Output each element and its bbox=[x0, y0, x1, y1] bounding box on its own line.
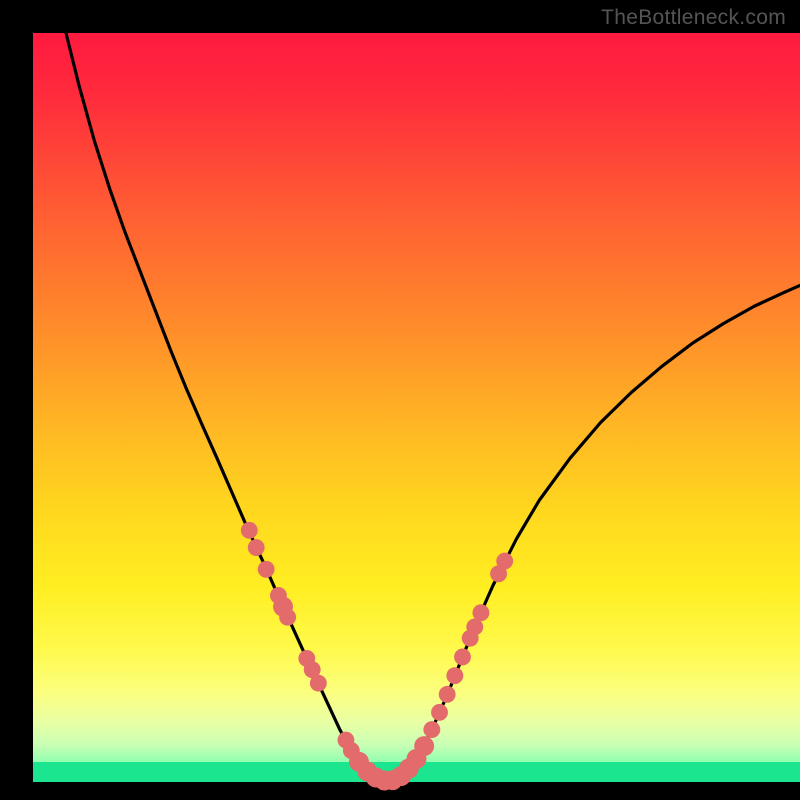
data-marker bbox=[423, 721, 440, 738]
data-marker bbox=[241, 522, 258, 539]
data-marker bbox=[439, 686, 456, 703]
data-marker bbox=[258, 561, 275, 578]
data-marker bbox=[496, 553, 513, 570]
data-marker bbox=[248, 539, 265, 556]
chart-stage bbox=[0, 0, 800, 800]
data-marker bbox=[279, 609, 296, 626]
data-marker bbox=[414, 736, 434, 756]
data-marker bbox=[310, 675, 327, 692]
data-marker bbox=[446, 667, 463, 684]
data-marker bbox=[431, 704, 448, 721]
data-marker bbox=[454, 648, 471, 665]
data-marker bbox=[472, 604, 489, 621]
gradient-background bbox=[33, 33, 800, 782]
watermark-text: TheBottleneck.com bbox=[601, 6, 786, 30]
